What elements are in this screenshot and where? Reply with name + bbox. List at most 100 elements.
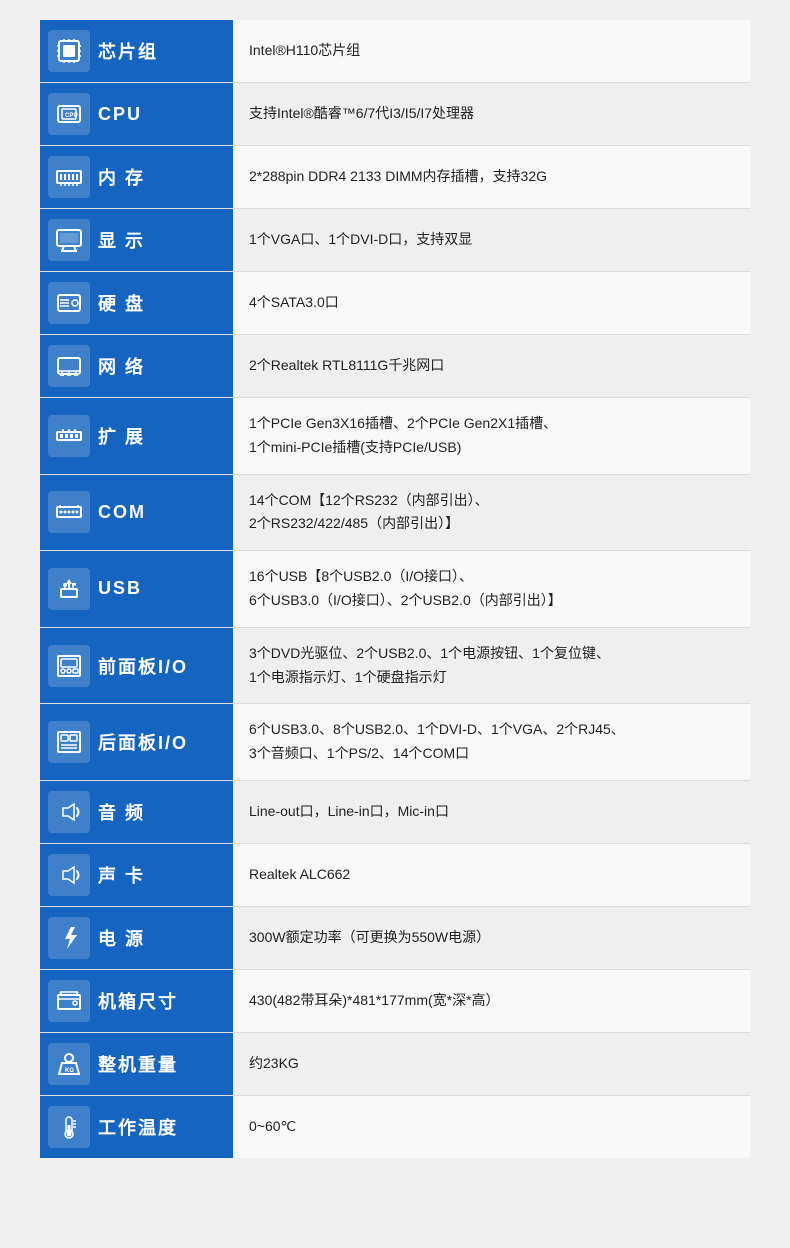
spec-row-cpu: CPU CPU 支持Intel®酷睿™6/7代I3/I5/I7处理器 bbox=[40, 83, 750, 146]
power-icon bbox=[48, 917, 90, 959]
value-cell-chassis: 430(482带耳朵)*481*177mm(宽*深*高） bbox=[233, 970, 750, 1032]
label-cell-temp: 工作温度 bbox=[40, 1096, 233, 1158]
spec-row-temp: 工作温度 0~60℃ bbox=[40, 1096, 750, 1158]
spec-row-usb: USB 16个USB【8个USB2.0（I/O接口）、 6个USB3.0（I/O接… bbox=[40, 551, 750, 628]
audio-icon bbox=[48, 791, 90, 833]
cpu-icon: CPU bbox=[48, 93, 90, 135]
label-cell-com: COM bbox=[40, 475, 233, 551]
label-cell-usb: USB bbox=[40, 551, 233, 627]
chassis-icon bbox=[48, 980, 90, 1022]
label-text-frontpanel: 前面板I/O bbox=[98, 653, 188, 679]
value-cell-com: 14个COM【12个RS232（内部引出）、 2个RS232/422/485（内… bbox=[233, 475, 750, 551]
spec-row-com: COM 14个COM【12个RS232（内部引出）、 2个RS232/422/48… bbox=[40, 475, 750, 552]
value-cell-display: 1个VGA口、1个DVI-D口，支持双显 bbox=[233, 209, 750, 271]
label-text-chassis: 机箱尺寸 bbox=[98, 988, 178, 1014]
memory-icon bbox=[48, 156, 90, 198]
chip-icon bbox=[48, 30, 90, 72]
display-icon bbox=[48, 219, 90, 261]
value-cell-power: 300W额定功率（可更换为550W电源） bbox=[233, 907, 750, 969]
label-text-rearpanel: 后面板I/O bbox=[98, 729, 188, 755]
spec-table: 芯片组 Intel®H110芯片组 CPU CPU 支持Intel®酷睿™6/7代I… bbox=[40, 20, 750, 1158]
label-cell-soundcard: 声 卡 bbox=[40, 844, 233, 906]
value-text-usb: 16个USB【8个USB2.0（I/O接口）、 6个USB3.0（I/O接口）、… bbox=[249, 565, 562, 613]
network-icon bbox=[48, 345, 90, 387]
value-cell-usb: 16个USB【8个USB2.0（I/O接口）、 6个USB3.0（I/O接口）、… bbox=[233, 551, 750, 627]
spec-row-expand: 扩 展 1个PCIe Gen3X16插槽、2个PCIe Gen2X1插槽、 1个m… bbox=[40, 398, 750, 475]
label-cell-rearpanel: 后面板I/O bbox=[40, 704, 233, 780]
label-cell-network: 网 络 bbox=[40, 335, 233, 397]
value-text-harddisk: 4个SATA3.0口 bbox=[249, 291, 339, 315]
spec-row-soundcard: 声 卡 Realtek ALC662 bbox=[40, 844, 750, 907]
label-cell-audio: 音 频 bbox=[40, 781, 233, 843]
value-cell-soundcard: Realtek ALC662 bbox=[233, 844, 750, 906]
spec-row-audio: 音 频 Line-out口，Line-in口，Mic-in口 bbox=[40, 781, 750, 844]
value-cell-weight: 约23KG bbox=[233, 1033, 750, 1095]
label-text-harddisk: 硬 盘 bbox=[98, 290, 145, 316]
label-cell-chassis: 机箱尺寸 bbox=[40, 970, 233, 1032]
label-text-chipset: 芯片组 bbox=[98, 38, 158, 64]
svg-text:CPU: CPU bbox=[65, 113, 78, 119]
value-text-weight: 约23KG bbox=[249, 1052, 299, 1076]
spec-row-chassis: 机箱尺寸 430(482带耳朵)*481*177mm(宽*深*高） bbox=[40, 970, 750, 1033]
spec-row-weight: KG 整机重量约23KG bbox=[40, 1033, 750, 1096]
spec-row-frontpanel: 前面板I/O 3个DVD光驱位、2个USB2.0、1个电源按钮、1个复位键、 1个… bbox=[40, 628, 750, 705]
spec-row-display: 显 示 1个VGA口、1个DVI-D口，支持双显 bbox=[40, 209, 750, 272]
label-cell-frontpanel: 前面板I/O bbox=[40, 628, 233, 704]
value-cell-network: 2个Realtek RTL8111G千兆网口 bbox=[233, 335, 750, 397]
value-text-com: 14个COM【12个RS232（内部引出）、 2个RS232/422/485（内… bbox=[249, 489, 489, 537]
harddisk-icon bbox=[48, 282, 90, 324]
value-text-cpu: 支持Intel®酷睿™6/7代I3/I5/I7处理器 bbox=[249, 102, 474, 126]
value-text-display: 1个VGA口、1个DVI-D口，支持双显 bbox=[249, 228, 472, 252]
value-text-frontpanel: 3个DVD光驱位、2个USB2.0、1个电源按钮、1个复位键、 1个电源指示灯、… bbox=[249, 642, 610, 690]
value-cell-cpu: 支持Intel®酷睿™6/7代I3/I5/I7处理器 bbox=[233, 83, 750, 145]
usb-icon bbox=[48, 568, 90, 610]
value-text-chassis: 430(482带耳朵)*481*177mm(宽*深*高） bbox=[249, 989, 500, 1013]
value-text-expand: 1个PCIe Gen3X16插槽、2个PCIe Gen2X1插槽、 1个mini… bbox=[249, 412, 557, 460]
label-cell-weight: KG 整机重量 bbox=[40, 1033, 233, 1095]
label-text-display: 显 示 bbox=[98, 227, 145, 253]
value-text-soundcard: Realtek ALC662 bbox=[249, 863, 350, 887]
label-text-com: COM bbox=[98, 502, 146, 523]
value-cell-audio: Line-out口，Line-in口，Mic-in口 bbox=[233, 781, 750, 843]
label-cell-cpu: CPU CPU bbox=[40, 83, 233, 145]
label-text-cpu: CPU bbox=[98, 104, 142, 125]
value-cell-frontpanel: 3个DVD光驱位、2个USB2.0、1个电源按钮、1个复位键、 1个电源指示灯、… bbox=[233, 628, 750, 704]
value-cell-expand: 1个PCIe Gen3X16插槽、2个PCIe Gen2X1插槽、 1个mini… bbox=[233, 398, 750, 474]
expand-icon bbox=[48, 415, 90, 457]
value-cell-memory: 2*288pin DDR4 2133 DIMM内存插槽，支持32G bbox=[233, 146, 750, 208]
value-cell-harddisk: 4个SATA3.0口 bbox=[233, 272, 750, 334]
weight-icon: KG bbox=[48, 1043, 90, 1085]
rearpanel-icon bbox=[48, 721, 90, 763]
svg-text:KG: KG bbox=[65, 1068, 74, 1074]
spec-row-harddisk: 硬 盘 4个SATA3.0口 bbox=[40, 272, 750, 335]
com-icon bbox=[48, 491, 90, 533]
value-cell-temp: 0~60℃ bbox=[233, 1096, 750, 1158]
value-text-power: 300W额定功率（可更换为550W电源） bbox=[249, 926, 490, 950]
spec-row-network: 网 络 2个Realtek RTL8111G千兆网口 bbox=[40, 335, 750, 398]
value-text-temp: 0~60℃ bbox=[249, 1115, 296, 1139]
label-cell-display: 显 示 bbox=[40, 209, 233, 271]
value-text-rearpanel: 6个USB3.0、8个USB2.0、1个DVI-D、1个VGA、2个RJ45、 … bbox=[249, 718, 625, 766]
label-text-usb: USB bbox=[98, 578, 142, 599]
label-cell-expand: 扩 展 bbox=[40, 398, 233, 474]
label-text-memory: 内 存 bbox=[98, 164, 145, 190]
value-cell-chipset: Intel®H110芯片组 bbox=[233, 20, 750, 82]
label-cell-power: 电 源 bbox=[40, 907, 233, 969]
label-cell-harddisk: 硬 盘 bbox=[40, 272, 233, 334]
label-text-power: 电 源 bbox=[98, 925, 145, 951]
value-text-network: 2个Realtek RTL8111G千兆网口 bbox=[249, 354, 444, 378]
frontpanel-icon bbox=[48, 645, 90, 687]
value-cell-rearpanel: 6个USB3.0、8个USB2.0、1个DVI-D、1个VGA、2个RJ45、 … bbox=[233, 704, 750, 780]
label-text-audio: 音 频 bbox=[98, 799, 145, 825]
spec-row-memory: 内 存 2*288pin DDR4 2133 DIMM内存插槽，支持32G bbox=[40, 146, 750, 209]
label-text-soundcard: 声 卡 bbox=[98, 862, 145, 888]
soundcard-icon bbox=[48, 854, 90, 896]
label-cell-chipset: 芯片组 bbox=[40, 20, 233, 82]
temp-icon bbox=[48, 1106, 90, 1148]
value-text-audio: Line-out口，Line-in口，Mic-in口 bbox=[249, 800, 449, 824]
label-text-network: 网 络 bbox=[98, 353, 145, 379]
spec-row-chipset: 芯片组 Intel®H110芯片组 bbox=[40, 20, 750, 83]
label-text-temp: 工作温度 bbox=[98, 1114, 178, 1140]
value-text-memory: 2*288pin DDR4 2133 DIMM内存插槽，支持32G bbox=[249, 165, 547, 189]
value-text-chipset: Intel®H110芯片组 bbox=[249, 39, 360, 63]
